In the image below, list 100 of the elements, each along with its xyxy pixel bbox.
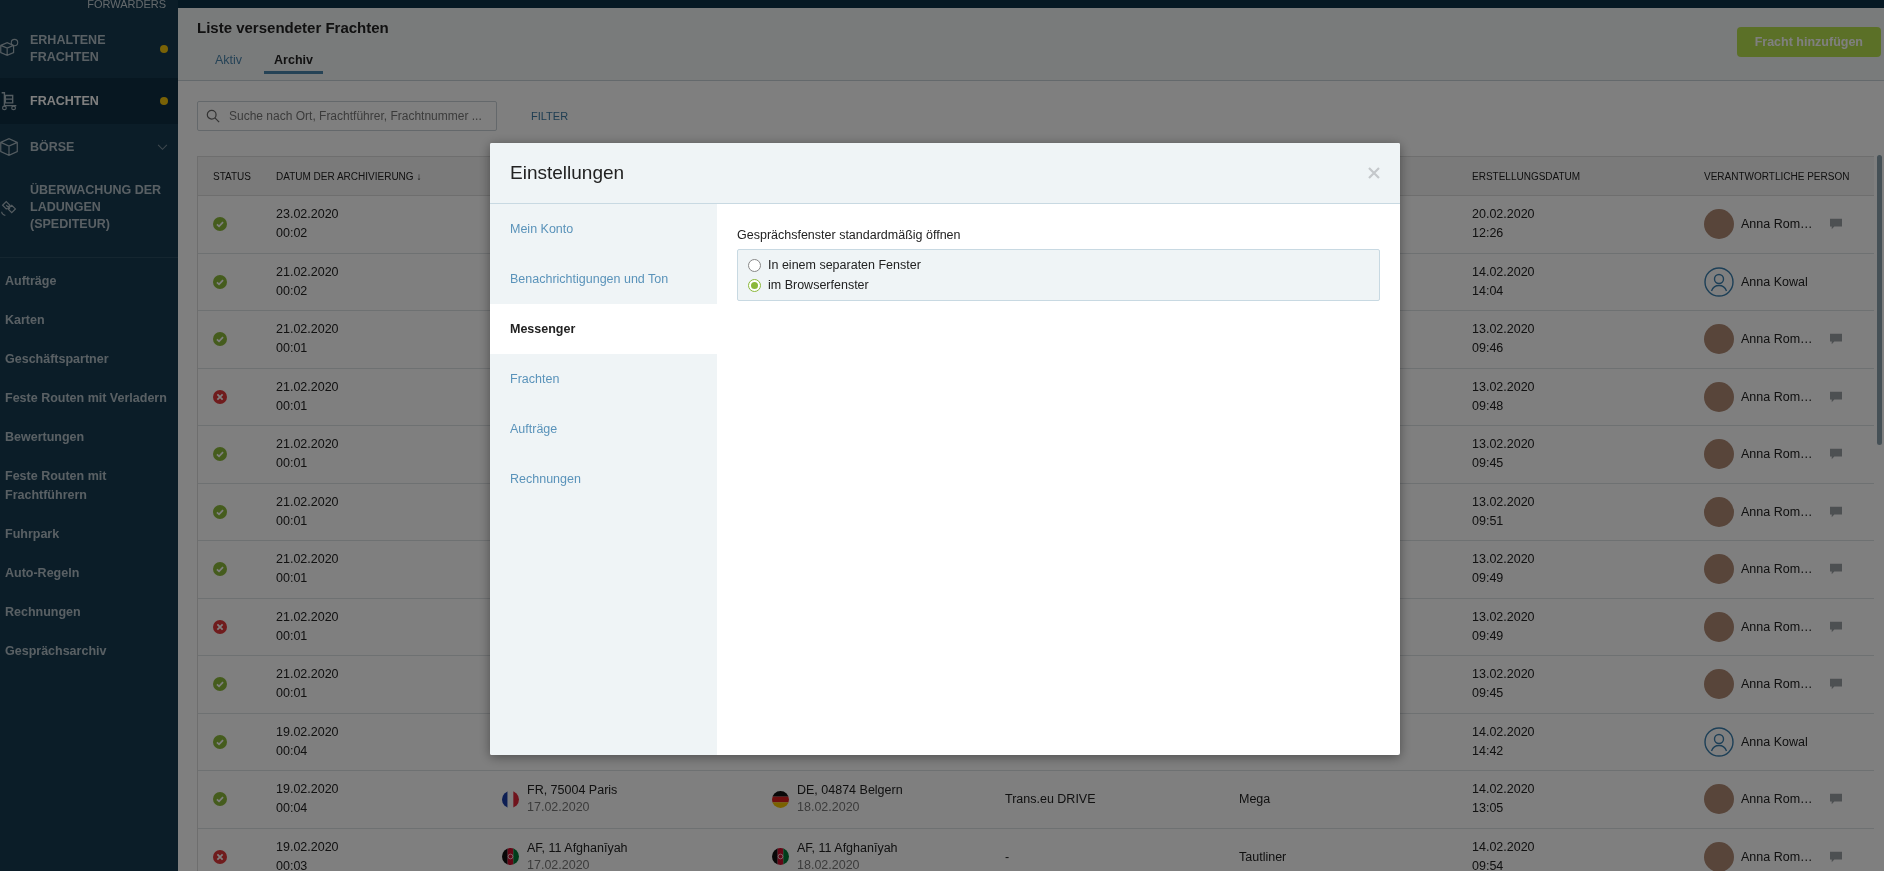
table-cell-text: 13.02.2020 09:46 <box>1472 321 1535 358</box>
person-name: Anna Rom… <box>1741 332 1813 347</box>
table-cell-text: 21.02.2020 00:01 <box>276 436 339 473</box>
sidebar-module[interactable]: BÖRSE <box>0 124 178 170</box>
option-label[interactable]: In einem separaten Fenster <box>768 258 921 272</box>
avatar-placeholder <box>1704 669 1734 700</box>
radio-button[interactable] <box>748 258 761 272</box>
dialog-title: Einstellungen <box>510 162 625 184</box>
sidebar-item[interactable]: Aufträge <box>0 262 178 301</box>
table-cell-text: 13.02.2020 09:45 <box>1472 666 1535 703</box>
close-icon[interactable] <box>1368 167 1380 179</box>
tab[interactable]: Aktiv <box>205 50 253 74</box>
avatar-placeholder <box>1704 209 1734 240</box>
page-title: Liste versendeter Frachten <box>197 19 389 36</box>
chat-bubble-icon[interactable] <box>1828 850 1843 863</box>
sidebar-item[interactable]: Gesprächsarchiv <box>0 632 178 671</box>
user-icon <box>1704 726 1734 757</box>
sidebar-item[interactable]: Rechnungen <box>0 593 178 632</box>
sidebar-item[interactable]: Auto-Regeln <box>0 554 178 593</box>
avatar-placeholder <box>1704 784 1734 815</box>
place-text: AF, 11 Afghanīyah <box>797 839 898 857</box>
table-cell-text: 14.02.2020 14:04 <box>1472 263 1535 300</box>
sidebar-module[interactable]: ÜBERWACHUNG DER LADUNGEN (SPEDITEUR) <box>0 170 178 245</box>
place-text: FR, 75004 Paris <box>527 782 618 800</box>
chat-bubble-icon[interactable] <box>1828 448 1843 461</box>
sidebar-item[interactable]: Geschäftspartner <box>0 340 178 379</box>
table-cell-text: 14.02.2020 13:05 <box>1472 781 1535 818</box>
avatar-placeholder <box>1704 841 1734 871</box>
sidebar-module[interactable]: ERHALTENE FRACHTEN <box>0 20 178 78</box>
filter-button[interactable]: FILTER <box>525 106 575 126</box>
chat-bubble-icon[interactable] <box>1828 390 1843 403</box>
sidebar-item[interactable]: Karten <box>0 301 178 340</box>
table-cell-text: 20.02.2020 12:26 <box>1472 206 1535 243</box>
table-cell-text: 21.02.2020 00:01 <box>276 551 339 588</box>
chat-bubble-icon[interactable] <box>1828 563 1843 576</box>
table-cell-text: 21.02.2020 00:01 <box>276 321 339 358</box>
column-header: STATUS <box>212 170 252 182</box>
chat-bubble-icon[interactable] <box>1828 218 1843 231</box>
table-cell-text: 13.02.2020 09:49 <box>1472 551 1535 588</box>
table-cell: Tautliner <box>1239 849 1287 864</box>
place-text: AF, 11 Afghanīyah <box>527 839 628 857</box>
person-name: Anna Rom… <box>1741 619 1813 634</box>
table-cell-text: 13.02.2020 09:51 <box>1472 493 1535 530</box>
sidebar-module[interactable]: FRACHTEN <box>0 78 178 124</box>
avatar-placeholder <box>1704 381 1734 412</box>
scrollbar-thumb[interactable] <box>1877 155 1882 445</box>
table-cell: Trans.eu DRIVE <box>1005 792 1096 807</box>
person-name: Anna Kowal <box>1741 734 1808 749</box>
sidebar-item[interactable]: Bewertungen <box>0 418 178 457</box>
column-header[interactable]: DATUM DER ARCHIVIERUNG ↓ <box>264 170 494 182</box>
module-label: ERHALTENE FRACHTEN <box>30 32 107 66</box>
date-text: 18.02.2020 <box>797 856 861 871</box>
chat-bubble-icon[interactable] <box>1828 505 1843 518</box>
table-cell-text: 14.02.2020 09:54 <box>1472 838 1535 871</box>
avatar-placeholder <box>1704 324 1734 355</box>
settings-nav-item[interactable]: Frachten <box>490 354 717 404</box>
date-text: 17.02.2020 <box>527 856 591 871</box>
chat-bubble-icon[interactable] <box>1828 333 1843 346</box>
person-name: Anna Kowal <box>1741 274 1808 289</box>
option-label[interactable]: im Browserfenster <box>768 278 869 292</box>
avatar-placeholder <box>1704 611 1734 642</box>
module-label: BÖRSE <box>30 138 76 156</box>
table-cell: - <box>1005 849 1010 864</box>
settings-nav-item[interactable]: Messenger <box>490 304 717 354</box>
person-name: Anna Rom… <box>1741 677 1813 692</box>
person-name: Anna Rom… <box>1741 217 1813 232</box>
settings-nav-item[interactable]: Rechnungen <box>490 454 717 504</box>
settings-nav-item[interactable]: Benachrichtigungen und Ton <box>490 254 717 304</box>
date-text: 18.02.2020 <box>797 799 861 817</box>
search-field[interactable]: Suche nach Ort, Frachtführer, Frachtnummer ... <box>197 101 497 131</box>
setting-label: Gesprächsfenster standardmäßig öffnen <box>737 228 962 242</box>
sidebar-item[interactable]: Feste Routen mit Frachtführern <box>0 457 178 515</box>
person-name: Anna Rom… <box>1741 504 1813 519</box>
person-name: Anna Rom… <box>1741 562 1813 577</box>
table-cell-text: 21.02.2020 00:01 <box>276 666 339 703</box>
table-cell-text: 19.02.2020 00:04 <box>276 723 339 760</box>
settings-nav-item[interactable]: Aufträge <box>490 404 717 454</box>
tab[interactable]: Archiv <box>264 50 323 74</box>
sidebar-item[interactable]: Feste Routen mit Verladern <box>0 379 178 418</box>
table-cell-text: 14.02.2020 14:42 <box>1472 723 1535 760</box>
brand-name: FORWARDERS <box>86 0 167 12</box>
avatar-placeholder <box>1704 554 1734 585</box>
column-header: ERSTELLUNGSDATUM <box>1471 170 1582 182</box>
chat-bubble-icon[interactable] <box>1828 678 1843 691</box>
date-text: 17.02.2020 <box>527 799 591 817</box>
avatar-placeholder <box>1704 496 1734 527</box>
chat-bubble-icon[interactable] <box>1828 793 1843 806</box>
table-cell-text: 13.02.2020 09:49 <box>1472 608 1535 645</box>
person-name: Anna Rom… <box>1741 792 1813 807</box>
settings-nav-item[interactable]: Mein Konto <box>490 204 717 254</box>
radio-button[interactable] <box>748 278 761 292</box>
place-text: DE, 04874 Belgern <box>797 782 903 800</box>
table-cell-text: 13.02.2020 09:48 <box>1472 378 1535 415</box>
avatar-placeholder <box>1704 439 1734 470</box>
search-icon <box>206 109 220 123</box>
chat-bubble-icon[interactable] <box>1828 620 1843 633</box>
table-cell-text: 19.02.2020 00:04 <box>276 781 339 818</box>
add-freight-button[interactable]: Fracht hinzufügen <box>1736 27 1881 57</box>
user-icon <box>1704 266 1734 297</box>
sidebar-item[interactable]: Fuhrpark <box>0 515 178 554</box>
